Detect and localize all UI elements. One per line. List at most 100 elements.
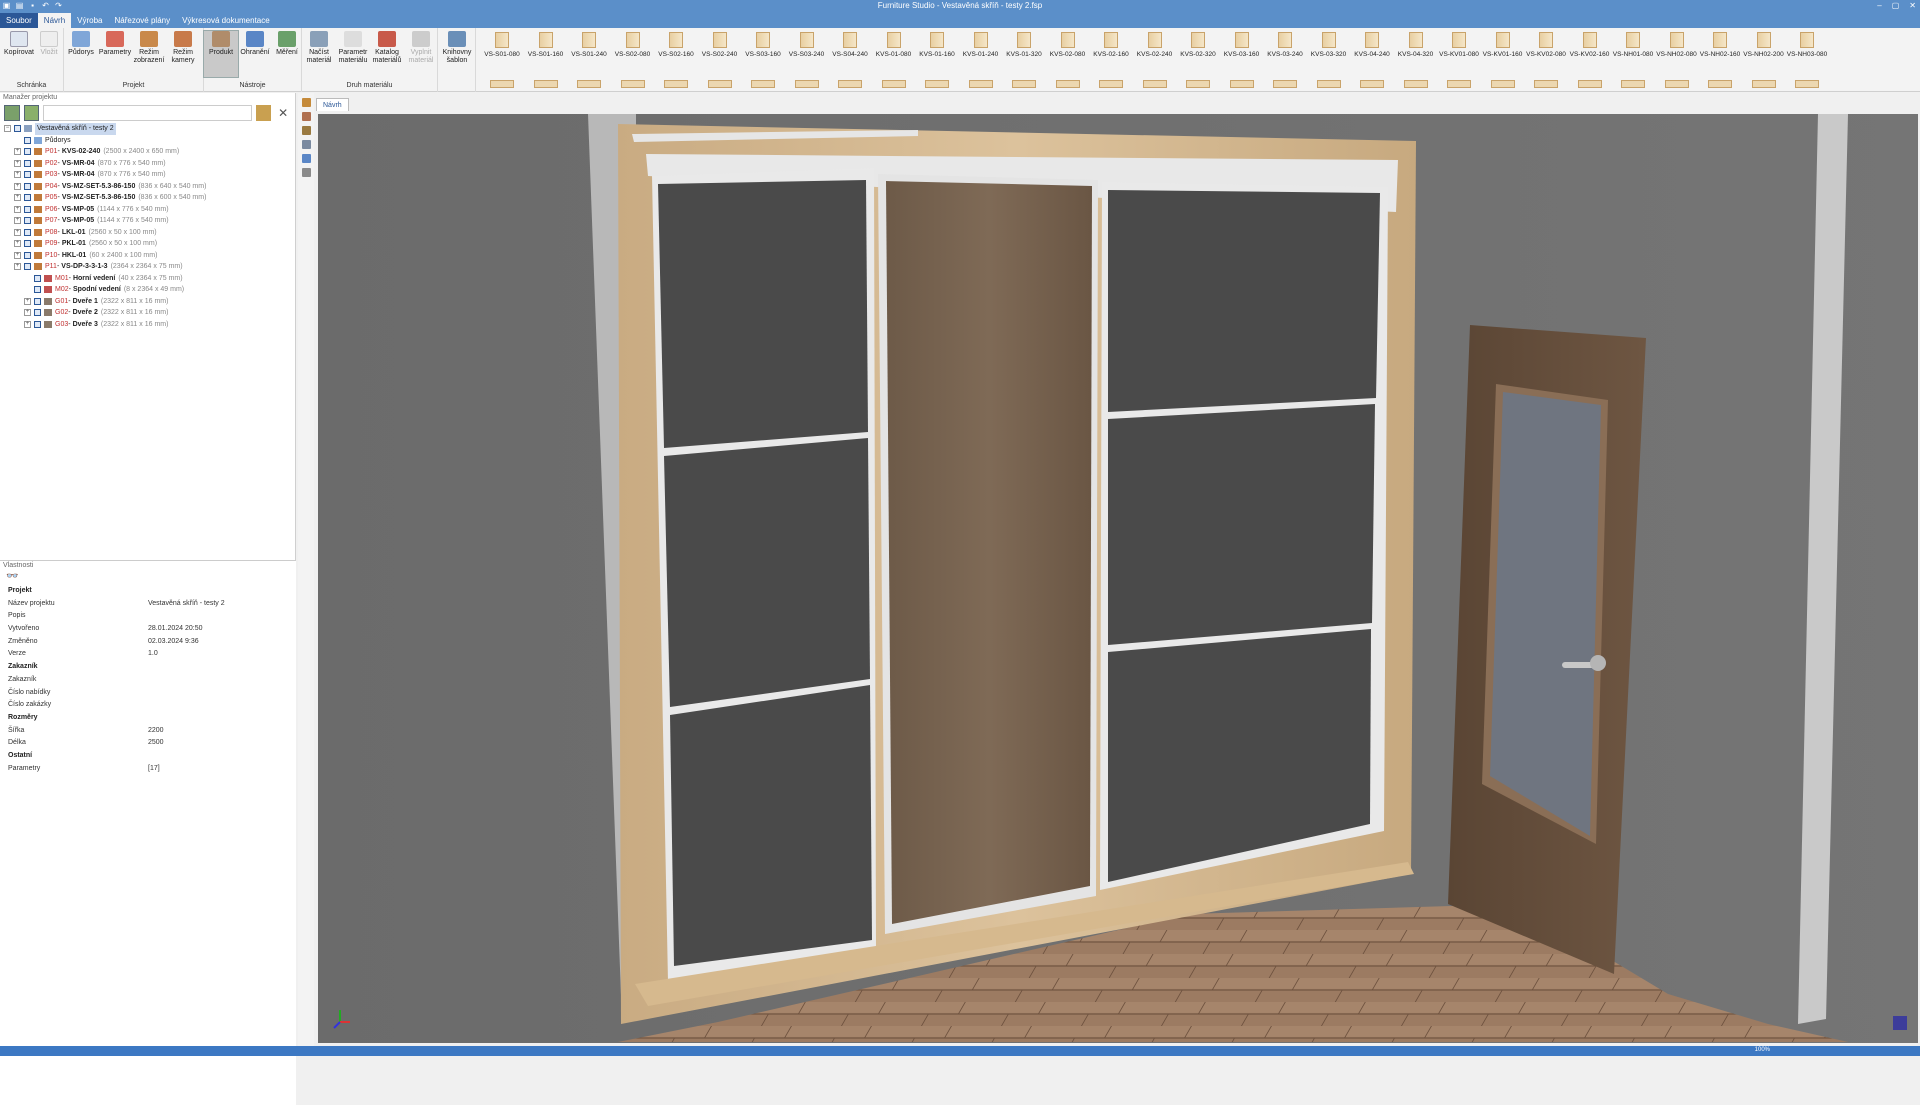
tree-item[interactable]: + P06 - VS-MP-05 (1144 x 776 x 540 mm) (0, 204, 295, 216)
catalog-thumbnail-icon[interactable] (1316, 80, 1341, 88)
catalog-thumbnail-icon[interactable] (533, 80, 558, 88)
tree-item[interactable]: + P03 - VS-MR-04 (870 x 776 x 540 mm) (0, 169, 295, 181)
property-row[interactable]: Verze 1.0 (0, 648, 296, 661)
catalog-item[interactable]: KVS-04-240 (1350, 32, 1394, 58)
tree-item[interactable]: + G01 - Dveře 1 (2322 x 811 x 16 mm) (0, 296, 295, 308)
menu-vykresova-dokumentace[interactable]: Výkresová dokumentace (176, 13, 276, 28)
menu-soubor[interactable]: Soubor (0, 13, 38, 28)
box-icon[interactable] (301, 112, 311, 121)
catalog-thumbnail-icon[interactable] (968, 80, 993, 88)
catalog-item[interactable]: VS-KV01-080 (1437, 32, 1481, 58)
checkbox[interactable] (34, 320, 41, 328)
catalog-item[interactable]: VS-S02-160 (654, 32, 698, 58)
catalog-item[interactable]: KVS-02-320 (1176, 32, 1220, 58)
property-value[interactable]: 2500 (148, 737, 164, 750)
expand-icon[interactable]: + (14, 182, 21, 190)
catalog-item[interactable]: VS-S01-080 (480, 32, 524, 58)
catalog-thumbnail-icon[interactable] (707, 80, 732, 88)
checkbox[interactable] (24, 263, 31, 271)
checkbox[interactable] (24, 194, 31, 202)
tree-item[interactable]: + P01 - KVS-02-240 (2500 x 2400 x 650 mm) (0, 146, 295, 158)
checkbox[interactable] (24, 136, 31, 144)
checkbox[interactable] (24, 240, 31, 248)
tree-item[interactable]: + P08 - LKL-01 (2560 x 50 x 100 mm) (0, 227, 295, 239)
minimize-icon[interactable]: – (1877, 0, 1881, 12)
catalog-item[interactable]: VS-KV02-080 (1524, 32, 1568, 58)
copy-button[interactable]: Kopírovat (2, 31, 36, 57)
catalog-item[interactable]: VS-S03-160 (741, 32, 785, 58)
camera-mode-button[interactable]: Režim kamery (166, 31, 200, 65)
add-group-icon[interactable] (23, 105, 40, 121)
edging-tool-button[interactable]: Ohranění (238, 31, 272, 57)
checkbox[interactable] (24, 217, 31, 225)
property-row[interactable]: Číslo zakázky (0, 699, 296, 712)
catalog-item[interactable]: VS-NH03-080 (1785, 32, 1829, 58)
tree-item[interactable]: + P04 - VS-MZ-SET-5.3-86-150 (836 x 640 x 5… (0, 181, 295, 193)
checkbox[interactable] (24, 205, 31, 213)
checkbox[interactable] (24, 228, 31, 236)
fill-material-button[interactable]: Vyplnit materiál (404, 31, 438, 65)
catalog-thumbnail-icon[interactable] (1621, 80, 1645, 88)
catalog-item[interactable]: KVS-01-080 (872, 32, 916, 58)
catalog-item[interactable]: KVS-01-320 (1002, 32, 1046, 58)
catalog-thumbnail-icon[interactable] (1012, 80, 1036, 88)
material-catalog-button[interactable]: Katalog materiálů (370, 31, 404, 65)
expand-icon[interactable]: + (14, 148, 21, 156)
catalog-item[interactable]: VS-S02-080 (611, 32, 655, 58)
catalog-item[interactable]: KVS-02-240 (1133, 32, 1177, 58)
catalog-thumbnail-icon[interactable] (490, 80, 514, 88)
tree-item[interactable]: + P10 - HKL-01 (60 x 2400 x 100 mm) (0, 250, 295, 262)
material-parameter-button[interactable]: Parametr materiálu (336, 31, 370, 65)
tag-icon[interactable] (255, 105, 272, 121)
tree-item[interactable]: + G03 - Dveře 3 (2322 x 811 x 16 mm) (0, 319, 295, 331)
tab-navrh[interactable]: Návrh (316, 98, 349, 111)
checkbox[interactable] (14, 125, 21, 133)
collapse-icon[interactable]: − (4, 125, 11, 133)
catalog-thumbnail-icon[interactable] (1360, 80, 1384, 88)
expand-icon[interactable]: + (14, 263, 21, 271)
property-row[interactable]: Vytvořeno 28.01.2024 20:50 (0, 623, 296, 636)
tree-root[interactable]: − Vestavěná skříň - testy 2 (0, 123, 295, 135)
catalog-item[interactable]: VS-S04-240 (828, 32, 872, 58)
tree-item[interactable]: + P05 - VS-MZ-SET-5.3-86-150 (836 x 600 x 5… (0, 192, 295, 204)
3d-viewport[interactable] (318, 114, 1918, 1043)
checkbox[interactable] (34, 309, 41, 317)
tree-item[interactable]: +M02 -Spodní vedení(8 x 2364 x 49 mm) (0, 284, 295, 296)
property-value[interactable]: 28.01.2024 20:50 (148, 623, 203, 636)
settings-icon[interactable] (301, 168, 311, 177)
checkbox[interactable] (34, 297, 41, 305)
checkbox[interactable] (24, 182, 31, 190)
display-mode-button[interactable]: Režim zobrazení (132, 31, 166, 65)
menu-navrh[interactable]: Návrh (37, 13, 72, 28)
checkbox[interactable] (24, 148, 31, 156)
property-value[interactable]: [17] (148, 763, 160, 776)
product-tool-button[interactable]: Produkt (203, 30, 239, 78)
checkbox[interactable] (24, 159, 31, 167)
paste-button[interactable]: Vložit (32, 31, 66, 57)
tree-item[interactable]: + G02 - Dveře 2 (2322 x 811 x 16 mm) (0, 307, 295, 319)
load-material-button[interactable]: Načíst materiál (302, 31, 336, 65)
catalog-thumbnail-icon[interactable] (1708, 80, 1732, 88)
menu-vyroba[interactable]: Výroba (71, 13, 108, 28)
catalog-thumbnail-icon[interactable] (1403, 80, 1428, 88)
property-value[interactable]: 2200 (148, 725, 164, 738)
pencil-icon[interactable] (301, 140, 311, 149)
catalog-item[interactable]: KVS-04-320 (1394, 32, 1438, 58)
catalog-thumbnail-icon[interactable] (1751, 80, 1776, 88)
catalog-item[interactable]: KVS-02-160 (1089, 32, 1133, 58)
layers-icon[interactable] (301, 154, 311, 163)
catalog-item[interactable]: VS-S01-240 (567, 32, 611, 58)
catalog-thumbnail-icon[interactable] (620, 80, 645, 88)
expand-icon[interactable]: + (14, 240, 21, 248)
catalog-item[interactable]: KVS-03-160 (1220, 32, 1264, 58)
catalog-thumbnail-icon[interactable] (577, 80, 601, 88)
tree-item[interactable]: + P09 - PKL-01 (2560 x 50 x 100 mm) (0, 238, 295, 250)
catalog-thumbnail-icon[interactable] (1795, 80, 1819, 88)
close-icon[interactable]: ✕ (1909, 0, 1916, 12)
checkbox[interactable] (34, 286, 41, 294)
catalog-thumbnail-icon[interactable] (1229, 80, 1254, 88)
template-library-button[interactable]: Knihovny šablon (440, 31, 474, 65)
catalog-thumbnail-icon[interactable] (1186, 80, 1210, 88)
catalog-thumbnail-icon[interactable] (664, 80, 688, 88)
catalog-item[interactable]: VS-KV01-160 (1481, 32, 1525, 58)
